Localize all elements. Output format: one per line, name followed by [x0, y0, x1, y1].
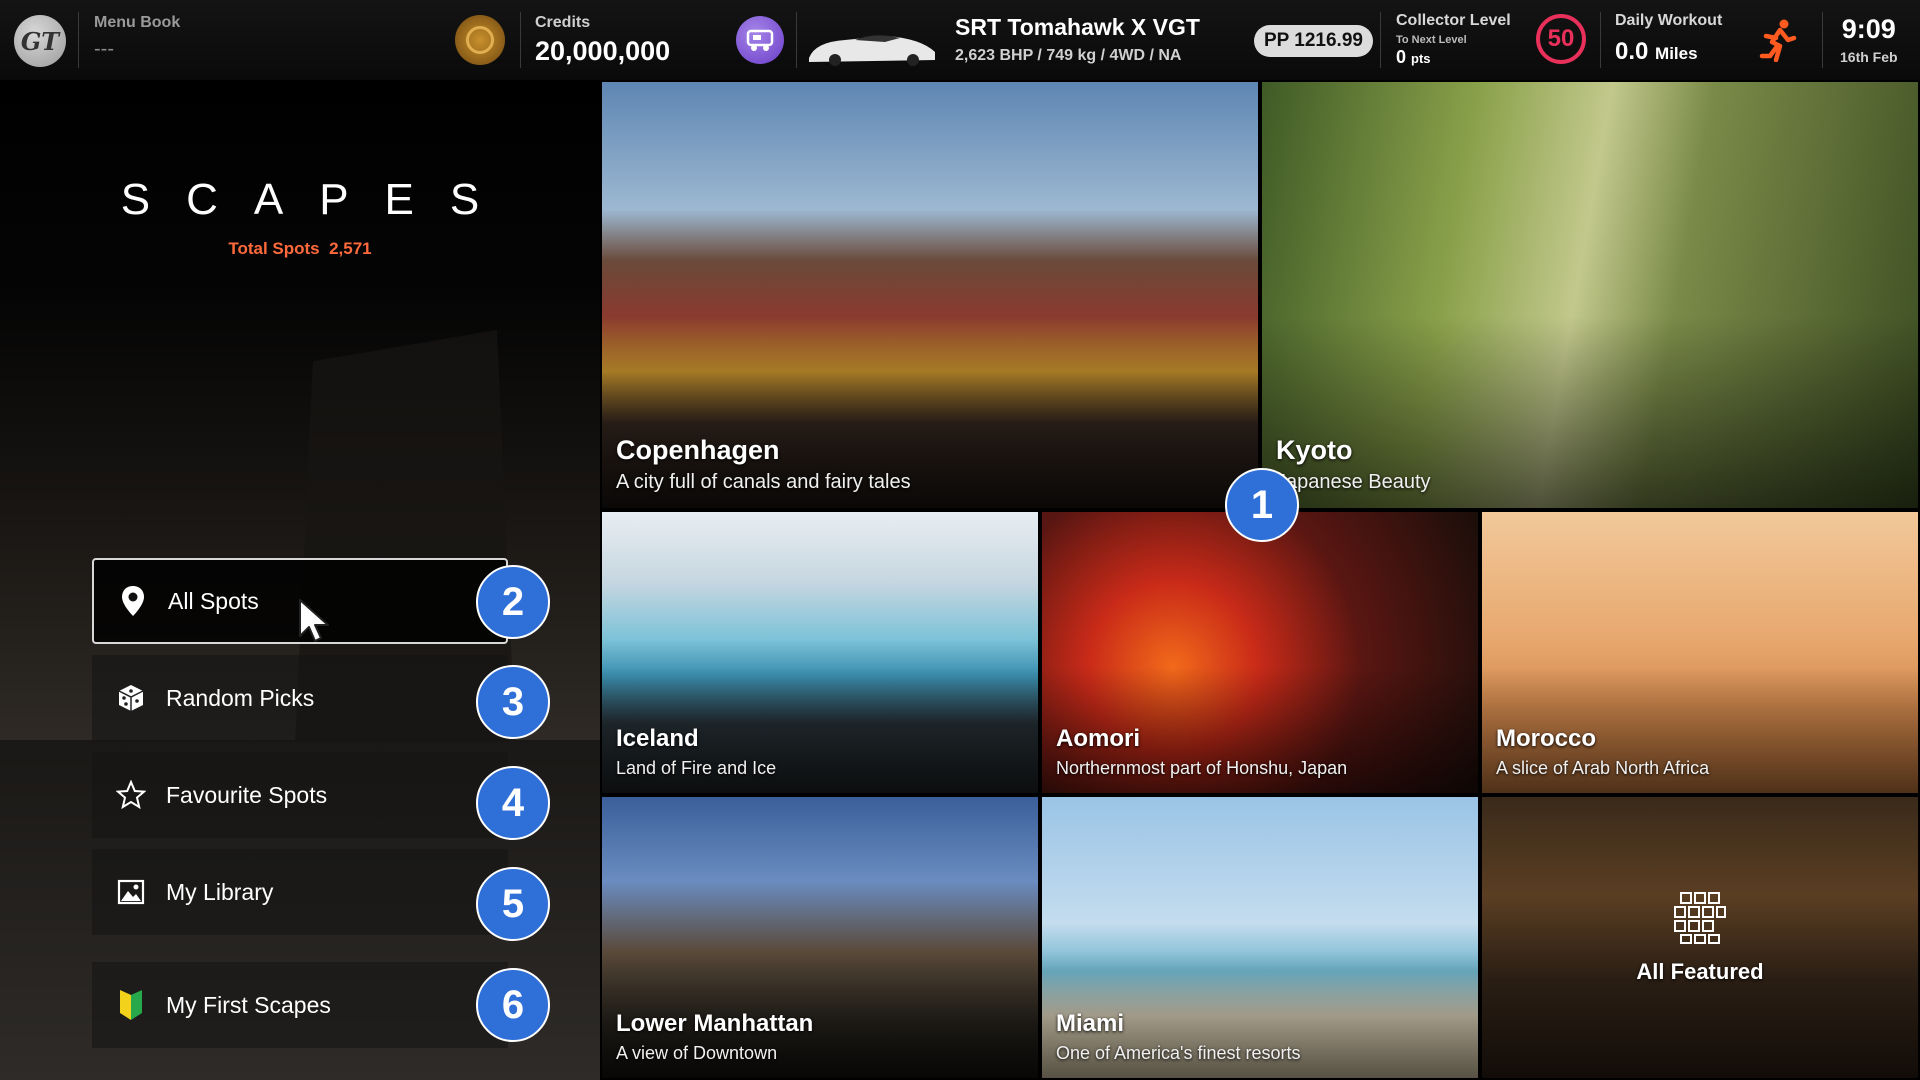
page-title-block: SCAPES Total Spots 2,571: [0, 175, 600, 259]
clock-time: 9:09: [1841, 14, 1896, 44]
menu-item-favourite-spots[interactable]: Favourite Spots: [92, 752, 508, 838]
tile-name: Aomori: [1056, 725, 1140, 752]
divider: [1380, 12, 1381, 68]
divider: [1600, 12, 1601, 68]
clock-date: 16th Feb: [1840, 49, 1898, 65]
number-badge: 1: [1225, 468, 1299, 542]
menu-item-my-first-scapes[interactable]: My First Scapes: [92, 962, 508, 1048]
tile-name: Lower Manhattan: [616, 1010, 814, 1037]
credits-label: Credits: [535, 14, 591, 31]
tile-desc: A city full of canals and fairy tales: [616, 471, 911, 493]
dice-icon: [116, 683, 146, 713]
divider: [78, 12, 79, 68]
menu-item-my-library[interactable]: My Library: [92, 849, 508, 935]
divider: [520, 12, 521, 68]
divider: [796, 12, 797, 68]
scape-tile-copenhagen[interactable]: Copenhagen A city full of canals and fai…: [600, 80, 1260, 510]
map-pin-icon: [118, 586, 148, 616]
collector-points: 0 pts: [1396, 47, 1431, 67]
clock: 9:09 16th Feb: [1840, 14, 1898, 65]
pp-badge: PP 1216.99: [1254, 25, 1373, 57]
gt-logo-icon[interactable]: GT: [14, 15, 66, 67]
collector-label: Collector Level: [1396, 12, 1511, 29]
menu-item-label: All Spots: [168, 587, 259, 614]
tile-name: Morocco: [1496, 725, 1597, 752]
tile-desc: A view of Downtown: [616, 1043, 778, 1063]
workout-label: Daily Workout: [1615, 12, 1723, 29]
tile-name: Iceland: [616, 725, 699, 752]
menu-book-label: Menu Book: [94, 14, 181, 31]
car-spec: 2,623 BHP / 749 kg / 4WD / NA: [955, 47, 1182, 64]
beginner-leaf-icon: [116, 990, 146, 1020]
number-badge: 3: [476, 665, 550, 739]
runner-icon: [1759, 19, 1797, 62]
collector-sub: To Next Level: [1396, 34, 1467, 46]
garage-icon: [736, 16, 784, 64]
credits-status: Credits 20,000,000: [535, 14, 670, 67]
number-badge: 6: [476, 968, 550, 1042]
medal-icon: [455, 15, 505, 65]
tile-desc: One of America's finest resorts: [1056, 1043, 1301, 1063]
collector-level-status: Collector Level To Next Level 0 pts: [1396, 12, 1511, 68]
tile-name: Miami: [1056, 1010, 1125, 1037]
menu-book-value: ---: [94, 38, 114, 60]
menu-item-label: Random Picks: [166, 684, 315, 711]
tile-name: Kyoto: [1276, 435, 1353, 465]
grid-icon: [1674, 891, 1726, 944]
total-spots: Total Spots 2,571: [228, 239, 372, 258]
current-car-info: SRT Tomahawk X VGT 2,623 BHP / 749 kg / …: [955, 14, 1200, 65]
scape-tile-kyoto[interactable]: Kyoto Japanese Beauty: [1260, 80, 1920, 510]
menu-item-label: My First Scapes: [166, 991, 331, 1018]
tile-desc: Land of Fire and Ice: [616, 758, 777, 778]
number-badge: 5: [476, 867, 550, 941]
scape-tile-miami[interactable]: Miami One of America's finest resorts: [1040, 795, 1480, 1080]
scape-tile-iceland[interactable]: Iceland Land of Fire and Ice: [600, 510, 1040, 795]
tile-desc: A slice of Arab North Africa: [1496, 758, 1710, 778]
page-title: SCAPES: [120, 175, 516, 224]
scape-tile-morocco[interactable]: Morocco A slice of Arab North Africa: [1480, 510, 1920, 795]
daily-workout-status: Daily Workout 0.0 Miles: [1615, 12, 1722, 66]
tile-desc: Northernmost part of Honshu, Japan: [1056, 758, 1348, 778]
divider: [1822, 12, 1823, 68]
number-badge: 2: [476, 565, 550, 639]
scape-tile-aomori[interactable]: Aomori Northernmost part of Honshu, Japa…: [1040, 510, 1480, 795]
star-icon: [116, 780, 146, 810]
mouse-cursor-icon: [299, 599, 329, 642]
tile-name: All Featured: [1636, 958, 1764, 984]
top-status-bar: GT Menu Book --- Credits 20,000,000 SRT …: [0, 0, 1920, 80]
menu-item-label: My Library: [166, 878, 274, 905]
scape-tile-all-featured[interactable]: All Featured: [1480, 795, 1920, 1080]
car-image-icon: [809, 35, 935, 66]
menu-item-label: Favourite Spots: [166, 781, 328, 808]
credits-value: 20,000,000: [535, 36, 671, 66]
collector-level-badge: 50: [1536, 14, 1586, 64]
workout-value: 0.0 Miles: [1615, 38, 1698, 65]
image-icon: [116, 877, 146, 907]
scape-tile-lower-manhattan[interactable]: Lower Manhattan A view of Downtown: [600, 795, 1040, 1080]
number-badge: 4: [476, 766, 550, 840]
tile-name: Copenhagen: [616, 435, 780, 465]
menu-item-random-picks[interactable]: Random Picks: [92, 655, 508, 741]
car-name: SRT Tomahawk X VGT: [955, 14, 1200, 40]
menu-book-status: Menu Book ---: [94, 14, 180, 61]
tile-desc: Japanese Beauty: [1276, 471, 1431, 493]
